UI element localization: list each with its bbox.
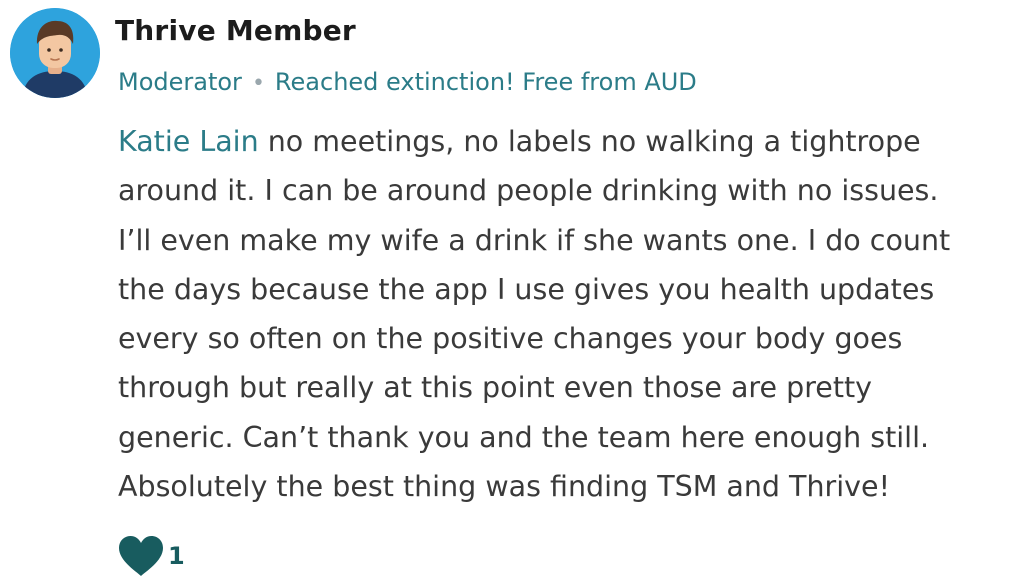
like-count: 1 [168, 542, 185, 570]
author-name[interactable]: Thrive Member [115, 14, 356, 47]
comment-line: through but really at this point even th… [118, 371, 873, 405]
comment-line: Katie Lain no meetings, no labels no wal… [118, 125, 921, 158]
comment-text: Katie Lain no meetings, no labels no wal… [118, 117, 1028, 511]
dot-separator: • [251, 71, 265, 96]
comment-line: the days because the app I use gives you… [118, 272, 935, 306]
comment-card: Thrive Member Moderator • Reached extincti… [0, 0, 1030, 585]
avatar-person-icon [10, 8, 100, 98]
comment-line: every so often on the positive changes y… [118, 322, 903, 356]
comment-line: around it. I can be around people drinki… [118, 174, 939, 208]
heart-icon[interactable] [117, 535, 165, 577]
avatar[interactable] [10, 8, 100, 98]
status-badge: Reached extinction! Free from AUD [274, 68, 697, 96]
mention-link[interactable]: Katie Lain [118, 125, 259, 158]
author-meta: Moderator • Reached extinction! Free from … [118, 68, 697, 96]
comment-line: generic. Can’t thank you and the team he… [118, 420, 930, 454]
like-reaction[interactable]: 1 [117, 535, 185, 577]
comment-line: I’ll even make my wife a drink if she wa… [118, 223, 951, 257]
comment-line: Absolutely the best thing was finding TS… [118, 470, 890, 504]
role-badge: Moderator [118, 68, 242, 96]
